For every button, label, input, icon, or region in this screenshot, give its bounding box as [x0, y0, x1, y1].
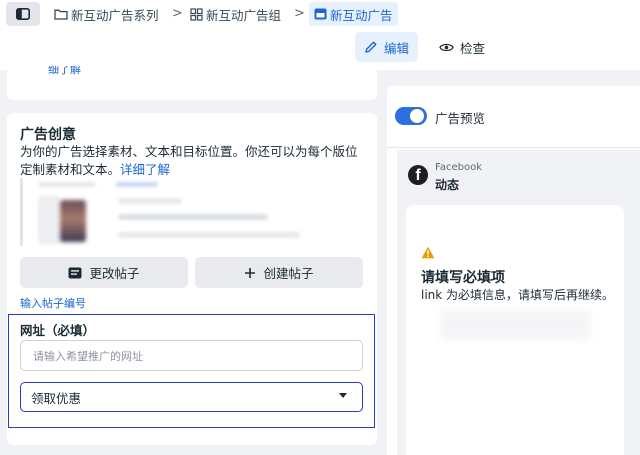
- enter-post-id-link[interactable]: 输入帖子编号: [20, 295, 86, 311]
- review-mode-button[interactable]: 检查: [430, 32, 494, 62]
- warning-title: 请填写必填项: [421, 270, 505, 286]
- breadcrumb-adset[interactable]: 新互动广告组: [190, 2, 281, 26]
- toggle-knob: [410, 109, 424, 123]
- review-mode-label: 检查: [460, 40, 486, 56]
- change-post-button[interactable]: 更改帖子: [20, 257, 188, 288]
- blurred-text: [118, 198, 182, 204]
- folder-icon: [54, 9, 68, 20]
- blurred-link: [116, 182, 158, 187]
- breadcrumb-separator: >: [172, 6, 183, 21]
- call-to-action-select[interactable]: 领取优惠: [20, 382, 363, 412]
- ad-creative-title: 广告创意: [20, 127, 76, 143]
- url-label: 网址（必填）: [20, 323, 96, 338]
- call-to-action-value: 领取优惠: [31, 390, 82, 406]
- edit-mode-button[interactable]: 编辑: [355, 32, 419, 62]
- url-input[interactable]: 请输入希望推广的网址: [20, 340, 363, 371]
- sidebar-toggle-button[interactable]: [6, 2, 40, 26]
- blurred-text: [118, 232, 300, 238]
- placement-name: 动态: [435, 178, 460, 192]
- post-thumbnail: [60, 200, 86, 242]
- change-post-label: 更改帖子: [89, 266, 140, 281]
- warning-message: link 为必填信息，请填写后再继续。: [421, 288, 615, 302]
- ad-preview-toggle-label: 广告预览: [435, 111, 486, 126]
- breadcrumb-adset-label: 新互动广告组: [206, 7, 282, 23]
- preview-frame-edge: [20, 178, 23, 246]
- blurred-text: [118, 214, 268, 220]
- warning-icon: [421, 246, 435, 259]
- platform-name: Facebook: [435, 162, 482, 173]
- grid-icon: [190, 7, 203, 21]
- blurred-block: [38, 196, 60, 244]
- create-post-button[interactable]: 创建帖子: [195, 257, 363, 288]
- plus-icon: [245, 267, 256, 278]
- post-icon: [68, 267, 82, 278]
- blurred-text: [38, 182, 96, 187]
- sidebar-panel-icon: [16, 8, 30, 20]
- ad-icon: [314, 8, 327, 20]
- breadcrumb-ad-label: 新互动广告: [330, 7, 393, 23]
- breadcrumb-campaign[interactable]: 新互动广告系列: [54, 2, 159, 26]
- facebook-logo-icon: f: [408, 165, 428, 185]
- blurred-preview-content: [440, 310, 590, 340]
- divider: [387, 147, 640, 148]
- breadcrumb-separator: >: [294, 6, 305, 21]
- create-post-label: 创建帖子: [263, 266, 314, 281]
- learn-more-link[interactable]: 细了解: [48, 66, 81, 79]
- ad-creative-description-text: 为你的广告选择素材、文本和目标位置。你还可以为每个版位定制素材和文本。: [20, 144, 358, 177]
- ad-creative-details-link[interactable]: 详细了解: [120, 162, 170, 177]
- pencil-icon: [365, 41, 377, 53]
- url-input-placeholder: 请输入希望推广的网址: [33, 349, 143, 363]
- breadcrumb-campaign-label: 新互动广告系列: [71, 7, 159, 23]
- eye-icon: [439, 43, 454, 51]
- edit-mode-label: 编辑: [384, 40, 410, 56]
- caret-down-icon: [339, 393, 347, 398]
- ad-creative-description: 为你的广告选择素材、文本和目标位置。你还可以为每个版位定制素材和文本。详细了解: [20, 143, 365, 179]
- breadcrumb-ad[interactable]: 新互动广告: [309, 2, 398, 26]
